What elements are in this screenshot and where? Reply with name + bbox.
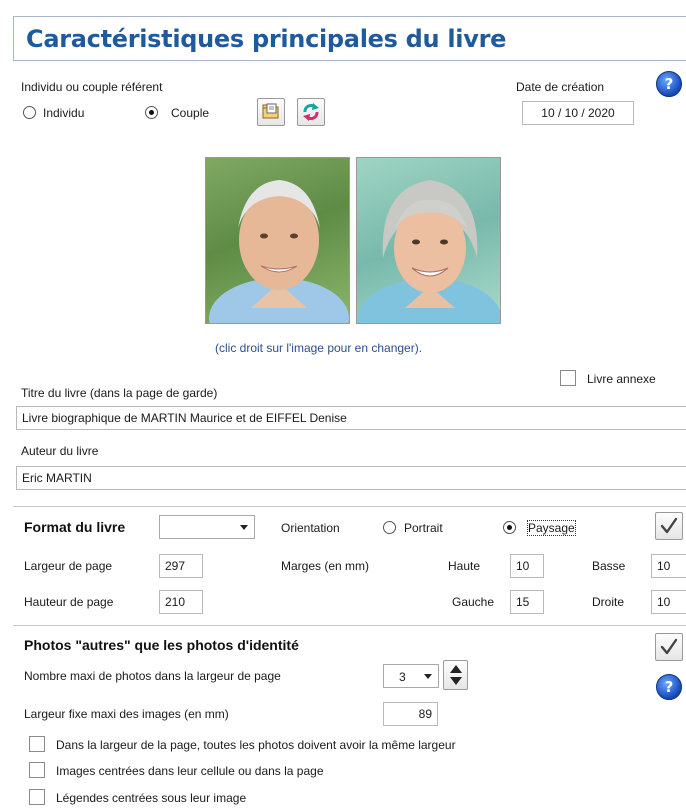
annex-book-label: Livre annexe	[587, 372, 656, 386]
woman-portrait-icon	[358, 180, 500, 323]
margin-top-field[interactable]: 10	[510, 554, 544, 578]
margin-bottom-field[interactable]: 10	[651, 554, 686, 578]
centered-captions-label: Légendes centrées sous leur image	[56, 791, 247, 805]
fixed-width-label: Largeur fixe maxi des images (en mm)	[24, 707, 229, 721]
page-height-field[interactable]: 210	[159, 590, 203, 614]
margin-top-label: Haute	[448, 559, 481, 573]
validate-format-button[interactable]	[655, 512, 683, 540]
photo-change-hint: (clic droit sur l'image pour en changer)…	[215, 341, 423, 355]
book-title-label: Titre du livre (dans la page de garde)	[21, 386, 218, 400]
section-divider	[13, 506, 686, 507]
max-photos-value: 3	[399, 670, 406, 684]
book-title-field[interactable]: Livre biographique de MARTIN Maurice et …	[16, 406, 686, 430]
margin-left-label: Gauche	[452, 595, 495, 609]
creation-date-label: Date de création	[516, 80, 605, 94]
centered-images-label: Images centrées dans leur cellule ou dan…	[56, 764, 324, 778]
max-photos-label: Nombre maxi de photos dans la largeur de…	[24, 669, 281, 683]
page-width-field[interactable]: 297	[159, 554, 203, 578]
man-portrait-icon	[209, 180, 349, 323]
folder-icon	[262, 103, 279, 119]
chevron-down-icon	[424, 674, 432, 679]
checkmark-icon	[660, 517, 678, 534]
other-photos-section-title: Photos "autres" que les photos d'identit…	[24, 637, 299, 653]
format-dropdown[interactable]	[159, 515, 255, 539]
centered-images-checkbox[interactable]	[29, 762, 45, 778]
same-width-checkbox[interactable]	[29, 736, 45, 752]
radio-individu[interactable]	[23, 106, 36, 119]
help-icon[interactable]: ?	[656, 71, 682, 97]
validate-photos-button[interactable]	[655, 633, 683, 661]
max-photos-dropdown[interactable]: 3	[383, 664, 439, 688]
referent-label: Individu ou couple référent	[21, 80, 163, 94]
radio-couple-label: Couple	[171, 106, 210, 120]
margin-right-field[interactable]: 10	[651, 590, 686, 614]
max-photos-stepper[interactable]	[443, 660, 468, 690]
open-file-button[interactable]	[257, 98, 285, 126]
margins-label: Marges (en mm)	[281, 559, 370, 573]
help-icon[interactable]: ?	[656, 674, 682, 700]
centered-captions-checkbox[interactable]	[29, 789, 45, 805]
radio-paysage-label: Paysage	[527, 520, 576, 536]
margin-right-label: Droite	[592, 595, 625, 609]
same-width-label: Dans la largeur de la page, toutes les p…	[56, 738, 456, 752]
photo-individual-2[interactable]	[356, 157, 501, 324]
swap-button[interactable]	[297, 98, 325, 126]
section-divider	[13, 625, 686, 626]
fixed-width-field[interactable]: 89	[383, 702, 438, 726]
checkmark-icon	[660, 638, 678, 655]
page-title: Caractéristiques principales du livre	[26, 25, 507, 53]
swap-arrows-icon	[303, 103, 319, 121]
radio-individu-label: Individu	[43, 106, 85, 120]
page-width-label: Largeur de page	[24, 559, 113, 573]
radio-couple[interactable]	[145, 106, 158, 119]
up-down-arrows-icon	[449, 665, 462, 685]
author-field[interactable]: Eric MARTIN	[16, 466, 686, 490]
format-section-title: Format du livre	[24, 519, 126, 535]
page-height-label: Hauteur de page	[24, 595, 114, 609]
creation-date-field[interactable]: 10 / 10 / 2020	[522, 101, 634, 125]
chevron-down-icon	[240, 525, 248, 530]
radio-paysage[interactable]	[503, 521, 516, 534]
margin-left-field[interactable]: 15	[510, 590, 544, 614]
margin-bottom-label: Basse	[592, 559, 626, 573]
photo-individual-1[interactable]	[205, 157, 350, 324]
author-label: Auteur du livre	[21, 444, 99, 458]
annex-book-checkbox[interactable]	[560, 370, 576, 386]
orientation-label: Orientation	[281, 521, 340, 535]
radio-portrait-label: Portrait	[404, 521, 443, 535]
radio-portrait[interactable]	[383, 521, 396, 534]
